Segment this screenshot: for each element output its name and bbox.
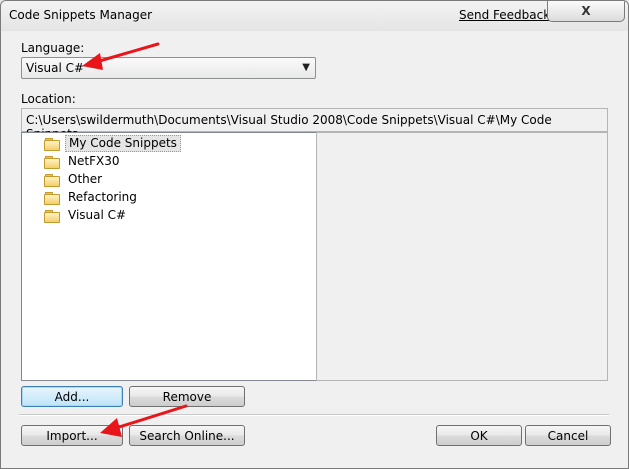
divider bbox=[19, 414, 609, 416]
tree-item-label: Refactoring bbox=[68, 190, 137, 204]
send-feedback-link[interactable]: Send Feedback bbox=[459, 8, 550, 22]
tree-item[interactable]: NetFX30 bbox=[44, 153, 122, 170]
code-snippets-manager-dialog: Code Snippets Manager Send Feedback X La… bbox=[0, 0, 629, 469]
folder-icon bbox=[44, 173, 60, 187]
title-bar: Code Snippets Manager Send Feedback X bbox=[1, 1, 628, 31]
tree-item-label: My Code Snippets bbox=[65, 135, 181, 152]
location-field: C:\Users\swildermuth\Documents\Visual St… bbox=[21, 108, 608, 141]
folder-icon bbox=[44, 191, 60, 205]
language-label: Language: bbox=[21, 41, 85, 55]
window-title: Code Snippets Manager bbox=[9, 8, 153, 22]
folder-icon bbox=[44, 137, 60, 151]
language-selected-value: Visual C# bbox=[26, 61, 85, 75]
dropdown-arrow-icon[interactable]: ▼ bbox=[302, 62, 310, 73]
remove-button[interactable]: Remove bbox=[129, 386, 245, 407]
language-select[interactable]: Visual C# ▼ bbox=[21, 57, 316, 79]
tree-item[interactable]: My Code Snippets bbox=[44, 135, 181, 152]
search-online-button[interactable]: Search Online... bbox=[129, 425, 245, 446]
snippet-detail-pane bbox=[316, 132, 608, 381]
tree-item-label: NetFX30 bbox=[68, 154, 120, 168]
location-label: Location: bbox=[21, 92, 76, 106]
folder-icon bbox=[44, 155, 60, 169]
ok-button[interactable]: OK bbox=[436, 425, 522, 446]
import-button[interactable]: Import... bbox=[21, 425, 123, 446]
folder-icon bbox=[44, 209, 60, 223]
tree-item[interactable]: Refactoring bbox=[44, 189, 140, 206]
tree-item[interactable]: Other bbox=[44, 171, 105, 188]
tree-item-label: Other bbox=[68, 172, 103, 186]
tree-item[interactable]: Visual C# bbox=[44, 207, 129, 224]
cancel-button[interactable]: Cancel bbox=[525, 425, 611, 446]
add-button[interactable]: Add... bbox=[21, 386, 123, 407]
close-icon: X bbox=[581, 4, 591, 18]
close-button[interactable]: X bbox=[547, 1, 625, 22]
tree-item-label: Visual C# bbox=[68, 208, 127, 222]
snippet-folder-tree[interactable]: My Code Snippets NetFX30 Other Refactori… bbox=[21, 132, 317, 381]
